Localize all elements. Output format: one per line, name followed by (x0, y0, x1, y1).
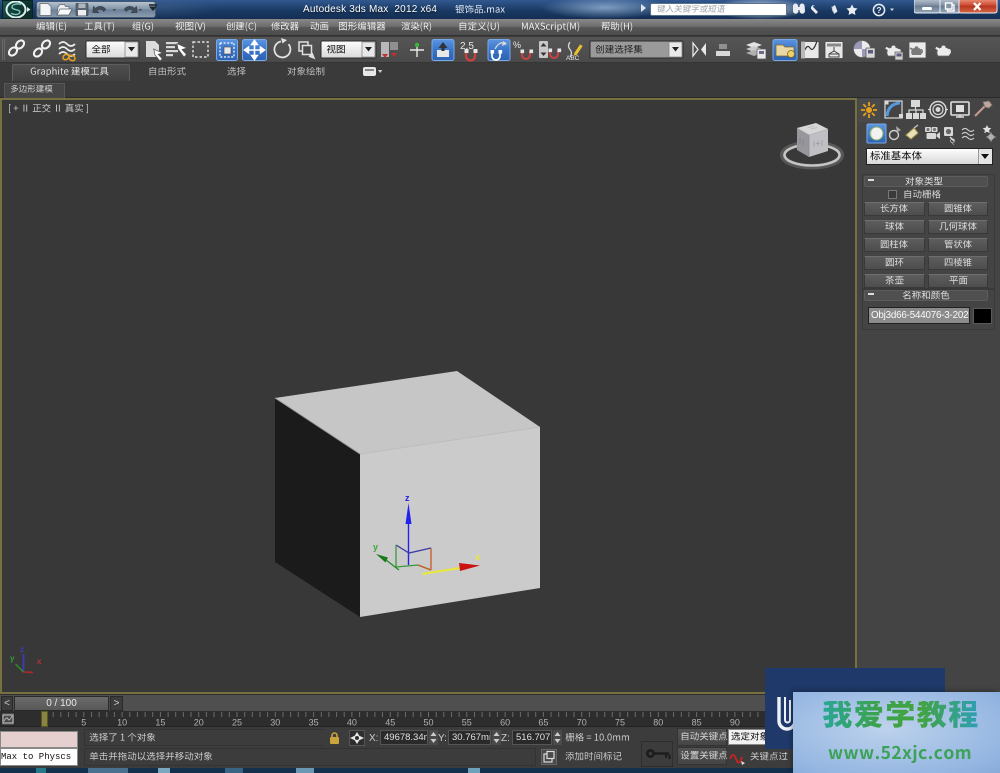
svg-text:45: 45 (385, 718, 395, 728)
svg-text:35: 35 (309, 718, 319, 728)
svg-text:z: z (405, 493, 410, 503)
svg-text:30: 30 (270, 718, 280, 728)
svg-text:Q: Q (950, 138, 955, 145)
svg-text:10: 10 (117, 718, 127, 728)
svg-text:x: x (475, 552, 480, 562)
svg-text:80: 80 (653, 718, 663, 728)
svg-text:15: 15 (155, 718, 165, 728)
svg-text:70: 70 (577, 718, 587, 728)
svg-text:90: 90 (730, 718, 740, 728)
svg-text:85: 85 (692, 718, 702, 728)
svg-text:60: 60 (500, 718, 510, 728)
svg-text:40: 40 (347, 718, 357, 728)
svg-text:20: 20 (194, 718, 204, 728)
svg-text:75: 75 (615, 718, 625, 728)
svg-text:?: ? (876, 5, 881, 15)
svg-text:ABC: ABC (566, 55, 580, 62)
svg-text:y: y (373, 542, 378, 552)
svg-text:y: y (10, 654, 15, 663)
svg-text:5: 5 (81, 718, 86, 728)
svg-text:%: % (513, 40, 521, 50)
svg-text:65: 65 (538, 718, 548, 728)
svg-text:x: x (37, 657, 42, 666)
svg-text:55: 55 (462, 718, 472, 728)
svg-text:z: z (20, 645, 24, 654)
svg-text:50: 50 (423, 718, 433, 728)
svg-text:25: 25 (232, 718, 242, 728)
